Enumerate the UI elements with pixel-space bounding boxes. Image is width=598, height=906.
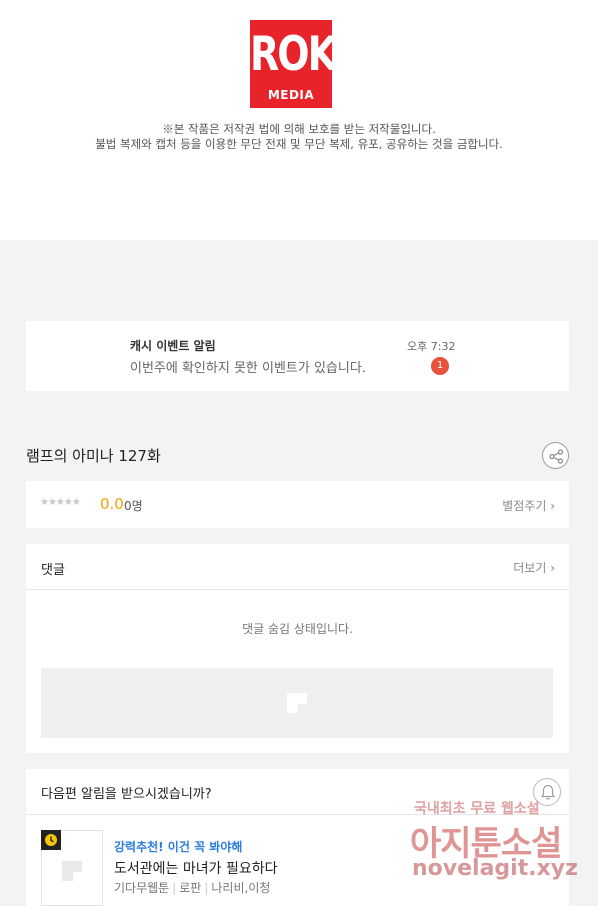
image-placeholder-icon — [62, 861, 82, 881]
episode-title: 램프의 아미나 127화 — [26, 447, 161, 465]
recommendation-type: 기다무웹툰 — [114, 881, 170, 895]
logo-sub-text: MEDIA — [267, 88, 315, 102]
divider — [26, 589, 569, 590]
notification-message: 이번주에 확인하지 못한 이벤트가 있습니다. — [130, 361, 366, 376]
next-alert-title: 다음편 알림을 받으시겠습니까? — [41, 787, 212, 802]
share-icon — [549, 449, 564, 464]
comments-title: 댓글 — [41, 563, 65, 578]
meta-separator: | — [204, 881, 209, 895]
notification-time: 오후 7:32 — [407, 340, 456, 353]
notification-count-badge: 1 — [431, 357, 449, 375]
copyright-notice: ※본 작품은 저작권 법에 의해 보호를 받는 저작물입니다. 불법 복제와 캡… — [0, 122, 598, 152]
meta-separator: | — [172, 881, 177, 895]
comments-section: 댓글 더보기 › 댓글 숨김 상태입니다. — [26, 544, 569, 753]
rate-button[interactable]: 별점주기 › — [502, 497, 555, 514]
recommendation-label: 강력추천! 이건 꼭 봐야해 — [114, 840, 243, 854]
ad-placeholder[interactable] — [41, 668, 553, 738]
comments-more-button[interactable]: 더보기 › — [513, 559, 555, 576]
rating-bar: ★★★★★ 0.0 0명 별점주기 › — [26, 481, 569, 528]
publisher-logo: ROK MEDIA — [250, 20, 337, 108]
copyright-line-1: ※본 작품은 저작권 법에 의해 보호를 받는 저작물입니다. — [162, 122, 436, 136]
cash-event-notification[interactable]: 캐시 이벤트 알림 이번주에 확인하지 못한 이벤트가 있습니다. 오후 7:3… — [26, 321, 569, 391]
share-button[interactable] — [542, 442, 569, 469]
divider — [26, 814, 569, 815]
image-placeholder-icon — [287, 693, 307, 713]
next-episode-alert-section: 다음편 알림을 받으시겠습니까? 강력추천! 이건 꼭 봐야해 도서관에는 마녀… — [26, 769, 569, 906]
wait-free-badge — [41, 830, 61, 850]
comments-hidden-message: 댓글 숨김 상태입니다. — [242, 622, 353, 636]
recommendation-title[interactable]: 도서관에는 마녀가 필요하다 — [114, 858, 277, 878]
bell-button[interactable] — [533, 778, 561, 806]
copyright-line-2: 불법 복제와 캡처 등을 이용한 무단 전재 및 무단 복제, 유포, 공유하는… — [95, 137, 503, 151]
rating-count: 0명 — [124, 499, 143, 513]
recommendation-meta: 기다무웹툰 | 로판 | 나리비,이청 — [114, 879, 270, 896]
recommendation-genre: 로판 — [179, 881, 202, 895]
star-rating-icons: ★★★★★ — [40, 497, 81, 508]
bell-icon — [540, 784, 556, 800]
publisher-section: ROK MEDIA ※본 작품은 저작권 법에 의해 보호를 받는 저작물입니다… — [0, 0, 598, 240]
recommendation-authors: 나리비,이청 — [211, 881, 271, 895]
notification-title: 캐시 이벤트 알림 — [130, 339, 216, 353]
clock-icon — [45, 834, 57, 846]
rating-score: 0.0 — [100, 495, 124, 513]
logo-main-text: ROK — [250, 26, 337, 81]
